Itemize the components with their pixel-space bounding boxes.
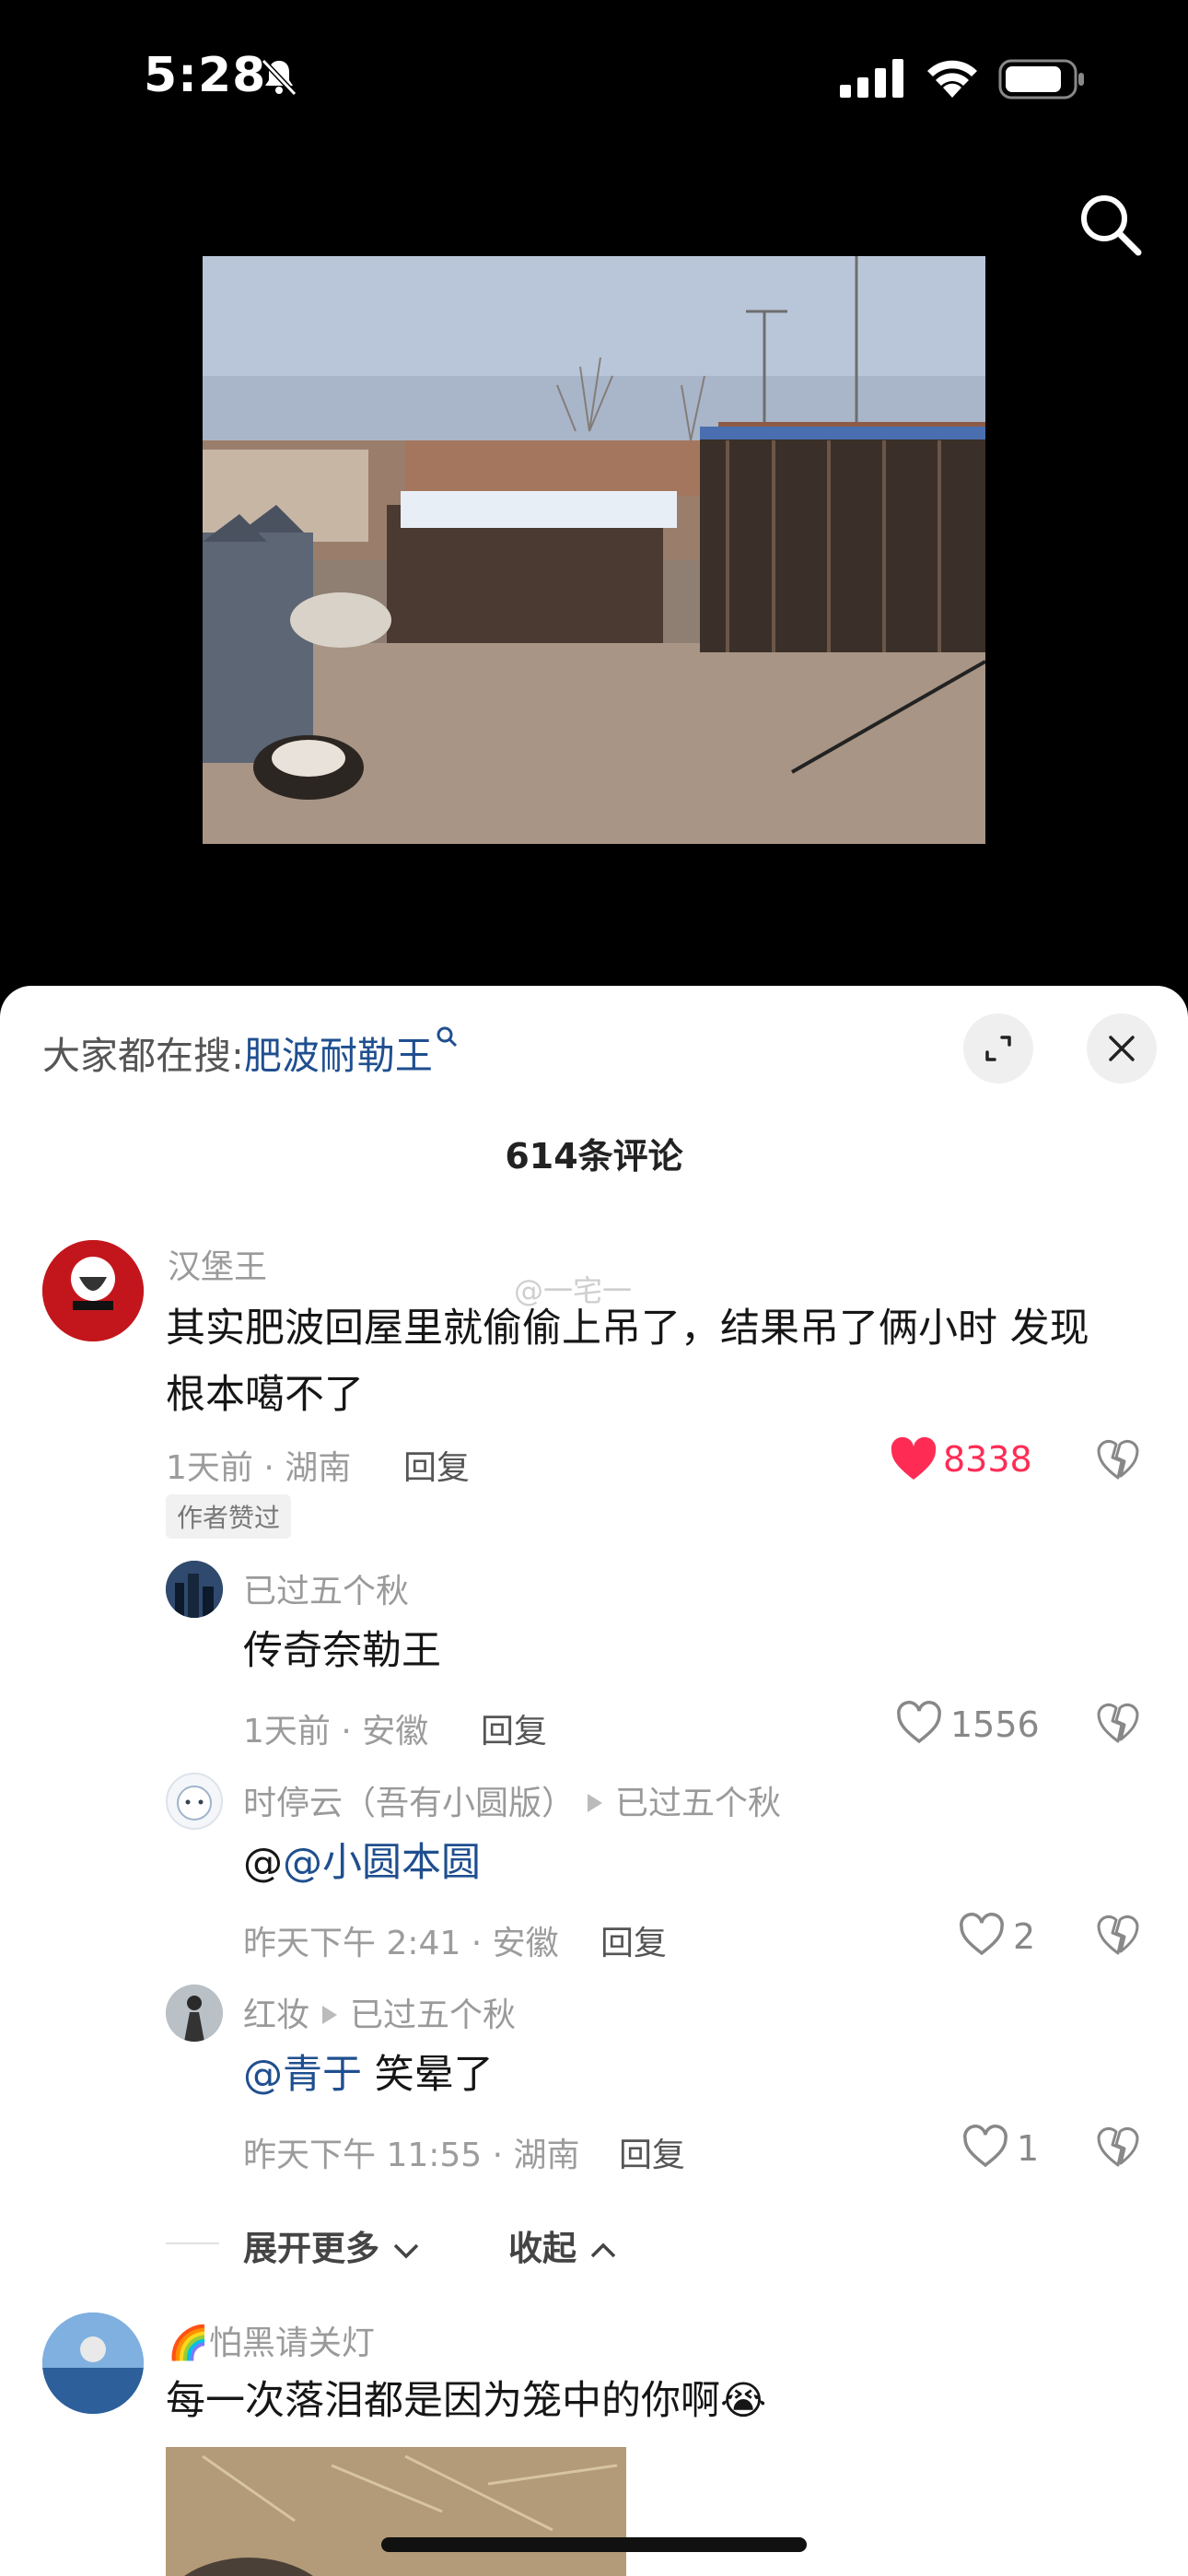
comment-author[interactable]: 已过五个秋 bbox=[243, 1564, 409, 1612]
close-button[interactable] bbox=[1087, 1013, 1157, 1083]
reply-arrow-icon bbox=[322, 2006, 338, 2024]
heart-outline-icon[interactable] bbox=[958, 1913, 1006, 1957]
mute-bell-icon bbox=[261, 58, 297, 97]
reply-button[interactable]: 回复 bbox=[600, 1916, 667, 1964]
collapse-button[interactable]: 收起 bbox=[508, 2220, 618, 2270]
expand-more-label: 展开更多 bbox=[243, 2229, 379, 2268]
comment-author[interactable]: 红妆 bbox=[243, 1996, 309, 2034]
search-icon[interactable] bbox=[1076, 190, 1144, 258]
heart-outline-icon[interactable] bbox=[961, 2125, 1009, 2169]
close-icon bbox=[1109, 1036, 1135, 1061]
kfc-logo-avatar bbox=[42, 1240, 144, 1341]
small-search-icon bbox=[437, 1026, 457, 1048]
screen: 5:28 大家都在搜:肥波耐勒王 614条评论 @一宅一 汉堡王 其实肥波回屋里… bbox=[0, 0, 1188, 2576]
dislike-icon[interactable] bbox=[1096, 1701, 1140, 1745]
mention-link[interactable]: @青于 bbox=[243, 2052, 362, 2098]
chevron-down-icon bbox=[393, 2243, 419, 2259]
heart-filled-icon[interactable] bbox=[890, 1437, 938, 1481]
trending-search-prefix: 大家都在搜: bbox=[42, 1034, 244, 1078]
comment-meta: 1天前 · 安徽 bbox=[243, 1713, 429, 1751]
comment-count: 614条评论 bbox=[505, 1136, 683, 1177]
heart-outline-icon[interactable] bbox=[895, 1701, 943, 1745]
comment-meta: 1天前 · 湖南 bbox=[166, 1449, 352, 1487]
status-time: 5:28 bbox=[144, 48, 267, 103]
mention-link[interactable]: @小圆本圆 bbox=[283, 1840, 481, 1886]
home-indicator[interactable] bbox=[381, 2537, 807, 2552]
comment-text: 传奇奈勒王 bbox=[243, 1628, 441, 1674]
comment-text: 其实肥波回屋里就偷偷上吊了，结果吊了俩小时 发现 bbox=[166, 1306, 1089, 1352]
comment-text-line2: 根本噶不了 bbox=[166, 1372, 364, 1418]
cartoon-avatar-image bbox=[177, 1786, 212, 1821]
comment-meta: 昨天下午 11:55 · 湖南 bbox=[243, 2137, 580, 2174]
avatar[interactable] bbox=[42, 2313, 144, 2414]
comment-image[interactable] bbox=[166, 2447, 626, 2576]
comment-author[interactable]: 汉堡王 bbox=[168, 1240, 267, 1288]
like-count: 1 bbox=[1017, 2128, 1040, 2169]
comment-text: @青于 笑晕了 bbox=[243, 2042, 494, 2108]
like-count: 8338 bbox=[943, 1439, 1032, 1480]
comment-text: @@小圆本圆 bbox=[243, 1830, 481, 1896]
trending-search[interactable]: 大家都在搜:肥波耐勒王 bbox=[42, 1025, 459, 1080]
expand-button[interactable] bbox=[963, 1013, 1033, 1083]
comment-text-body: 笑晕了 bbox=[362, 2052, 494, 2098]
reply-button[interactable]: 回复 bbox=[481, 1704, 547, 1752]
dislike-icon[interactable] bbox=[1096, 2125, 1140, 2169]
comment-author[interactable]: 时停云（吾有小圆版） bbox=[243, 1785, 575, 1822]
status-bar: 5:28 bbox=[0, 0, 1188, 157]
trending-search-keyword[interactable]: 肥波耐勒王 bbox=[244, 1034, 433, 1078]
like-count: 1556 bbox=[950, 1704, 1040, 1745]
city-avatar-image bbox=[166, 1561, 223, 1618]
comment-meta: 昨天下午 2:41 · 安徽 bbox=[243, 1925, 559, 1962]
reply-arrow-icon bbox=[588, 1794, 603, 1812]
comment-sheet: 大家都在搜:肥波耐勒王 614条评论 @一宅一 汉堡王 其实肥波回屋里就偷偷上吊… bbox=[0, 986, 1188, 2576]
collapse-label: 收起 bbox=[508, 2229, 577, 2268]
dislike-icon[interactable] bbox=[1096, 1437, 1140, 1481]
stadium-avatar-image bbox=[42, 2313, 144, 2414]
cellular-signal-icon bbox=[840, 59, 903, 98]
video-player[interactable] bbox=[203, 256, 985, 844]
reply-button[interactable]: 回复 bbox=[403, 1441, 470, 1489]
expand-more-button[interactable]: 展开更多 bbox=[243, 2220, 421, 2270]
avatar[interactable] bbox=[42, 1240, 144, 1341]
divider bbox=[166, 2242, 219, 2244]
expand-icon bbox=[985, 1036, 1011, 1061]
comment-text-prefix: @ bbox=[243, 1840, 283, 1886]
author-liked-badge: 作者赞过 bbox=[166, 1494, 292, 1539]
battery-icon bbox=[998, 59, 1084, 100]
reply-to-author[interactable]: 已过五个秋 bbox=[615, 1785, 781, 1822]
reply-button[interactable]: 回复 bbox=[619, 2128, 685, 2176]
avatar[interactable] bbox=[166, 1985, 223, 2042]
chevron-up-icon bbox=[590, 2242, 616, 2258]
figure-avatar-image bbox=[166, 1985, 223, 2042]
comment-author[interactable]: 🌈怕黑请关灯 bbox=[168, 2316, 375, 2364]
comment-author-line: 时停云（吾有小圆版） 已过五个秋 bbox=[243, 1776, 781, 1824]
dislike-icon[interactable] bbox=[1096, 1913, 1140, 1957]
reply-to-author[interactable]: 已过五个秋 bbox=[350, 1996, 516, 2034]
wifi-icon bbox=[927, 60, 977, 98]
like-count: 2 bbox=[1013, 1916, 1036, 1957]
avatar[interactable] bbox=[166, 1773, 223, 1830]
comment-text: 每一次落泪都是因为笼中的你啊😭 bbox=[166, 2378, 767, 2424]
avatar[interactable] bbox=[166, 1561, 223, 1618]
comment-author-line: 红妆 已过五个秋 bbox=[243, 1988, 516, 2036]
